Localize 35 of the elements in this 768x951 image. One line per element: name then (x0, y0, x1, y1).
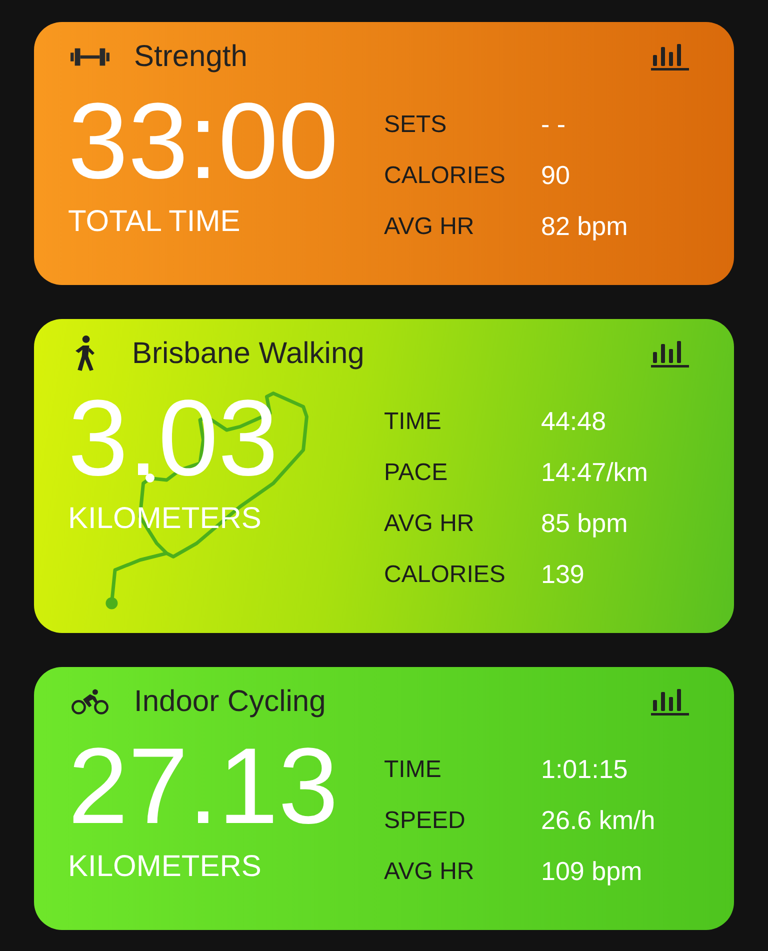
main-value: 33:00 (68, 87, 340, 195)
stat-label: SPEED (384, 806, 466, 834)
bar-chart-icon[interactable] (650, 339, 690, 369)
main-value-label: KILOMETERS (68, 850, 262, 884)
workout-title: Strength (134, 40, 248, 74)
stat-label: CALORIES (384, 162, 506, 190)
workout-card[interactable]: Indoor Cycling 27.13 KILOMETERS TIME 1:01:15 SPEED 26.6 km/h AVG HR 109 bpm (34, 667, 734, 930)
stat-value: 44:48 (541, 406, 608, 437)
stat-value: 14:47/km (541, 457, 648, 488)
stat-value: 85 bpm (541, 508, 629, 539)
stat-value: 26.6 km/h (541, 805, 656, 836)
stat-value: 90 (541, 160, 571, 191)
main-value: 3.03 (68, 384, 280, 492)
stat-label: TIME (384, 408, 442, 436)
stat-value: 109 bpm (541, 856, 644, 887)
stat-label: AVG HR (384, 510, 476, 538)
workout-title: Indoor Cycling (134, 685, 327, 719)
stat-value: 139 (541, 559, 586, 590)
workout-title: Brisbane Walking (132, 337, 366, 371)
workout-card[interactable]: Strength 33:00 TOTAL TIME SETS - - CALORIES 90 AVG HR 82 bpm (34, 22, 734, 285)
stat-label: PACE (384, 458, 449, 486)
stat-label: CALORIES (384, 560, 506, 588)
bar-chart-icon[interactable] (650, 42, 690, 72)
workout-card[interactable]: Brisbane Walking 3.03 KILOMETERS TIME 44:48 PACE 14:47/km AVG HR 85 bpm CALORIES 139 (34, 319, 734, 633)
stat-value: - - (541, 109, 567, 140)
stat-value: 1:01:15 (541, 754, 629, 785)
stat-value: 82 bpm (541, 211, 628, 242)
main-value-label: TOTAL TIME (68, 205, 242, 239)
stat-label: AVG HR (384, 858, 476, 886)
bar-chart-icon[interactable] (650, 687, 690, 717)
main-value: 27.13 (68, 732, 340, 840)
stat-label: SETS (384, 110, 448, 138)
stat-label: AVG HR (384, 212, 476, 240)
main-value-label: KILOMETERS (68, 502, 262, 536)
stat-label: TIME (384, 756, 442, 784)
